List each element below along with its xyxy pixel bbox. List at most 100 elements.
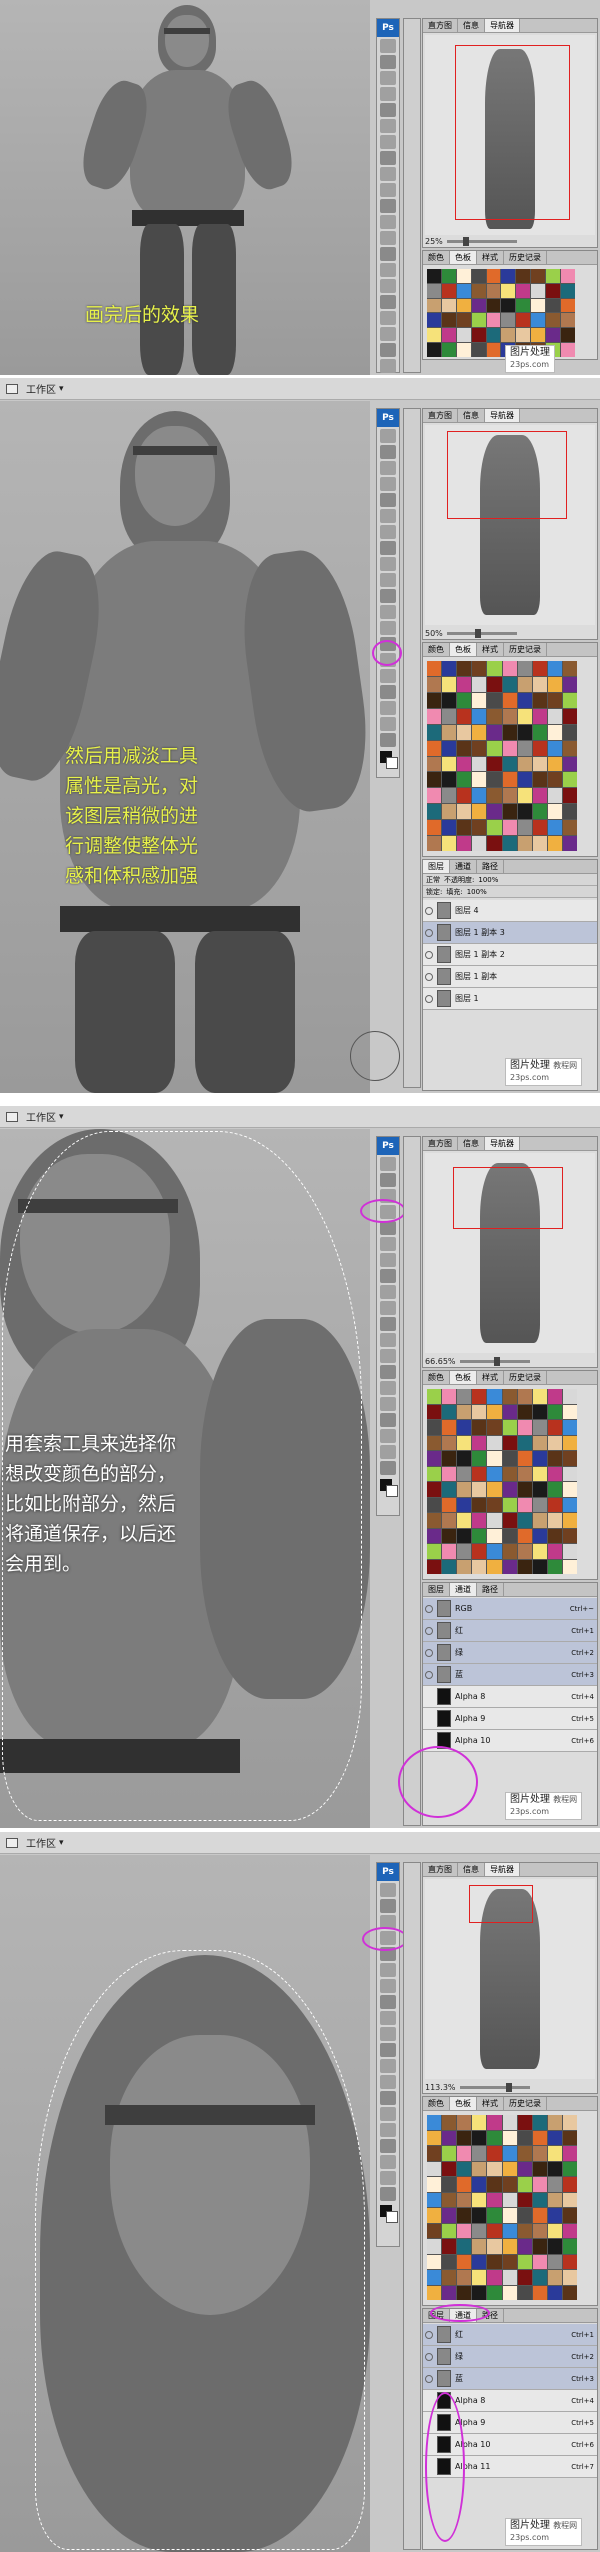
color-swatch[interactable] bbox=[442, 1389, 457, 1404]
eye-icon[interactable] bbox=[425, 1670, 433, 1679]
color-swatch[interactable] bbox=[442, 804, 457, 820]
color-swatch[interactable] bbox=[516, 313, 531, 328]
color-swatch[interactable] bbox=[562, 2239, 577, 2254]
color-swatch[interactable] bbox=[562, 2115, 577, 2130]
eye-icon[interactable] bbox=[425, 1626, 433, 1635]
color-swatch[interactable] bbox=[472, 2254, 487, 2269]
color-swatch[interactable] bbox=[427, 313, 441, 328]
color-swatch[interactable] bbox=[427, 1544, 442, 1559]
color-swatch[interactable] bbox=[427, 2177, 442, 2192]
color-swatch[interactable] bbox=[562, 2161, 577, 2176]
color-swatch[interactable] bbox=[517, 1466, 532, 1481]
color-swatch[interactable] bbox=[457, 1559, 472, 1574]
color-swatch[interactable] bbox=[457, 788, 472, 804]
color-swatch[interactable] bbox=[547, 836, 562, 851]
color-swatch[interactable] bbox=[487, 2254, 502, 2269]
color-swatch[interactable] bbox=[472, 2161, 487, 2176]
color-swatch[interactable] bbox=[532, 1528, 547, 1543]
color-swatch[interactable] bbox=[502, 661, 517, 676]
color-swatch[interactable] bbox=[472, 836, 487, 851]
navigator-tabs[interactable]: 直方图 信息 导航器 bbox=[423, 19, 597, 33]
color-swatch[interactable] bbox=[502, 2223, 517, 2238]
channel-row[interactable]: Alpha 8 Ctrl+4 bbox=[423, 1686, 597, 1708]
navigator-preview[interactable] bbox=[425, 35, 595, 235]
color-swatch[interactable] bbox=[531, 328, 546, 343]
eye-icon[interactable] bbox=[425, 2352, 433, 2361]
color-swatch[interactable] bbox=[472, 708, 487, 724]
color-swatch[interactable] bbox=[427, 740, 442, 756]
color-swatch[interactable] bbox=[472, 2285, 487, 2300]
color-swatch[interactable] bbox=[517, 2192, 532, 2207]
color-swatch[interactable] bbox=[457, 692, 472, 708]
workspace-menu[interactable]: 工作区 bbox=[26, 1109, 64, 1124]
color-swatch[interactable] bbox=[562, 836, 577, 851]
color-swatch[interactable] bbox=[517, 1482, 532, 1497]
color-swatch[interactable] bbox=[532, 1404, 547, 1419]
color-swatch[interactable] bbox=[471, 283, 486, 298]
color-swatch[interactable] bbox=[487, 804, 502, 820]
color-swatch[interactable] bbox=[427, 2161, 442, 2176]
background-color[interactable] bbox=[386, 2211, 398, 2223]
color-swatch[interactable] bbox=[457, 1466, 472, 1481]
color-swatch[interactable] bbox=[442, 2130, 457, 2145]
color-swatch[interactable] bbox=[502, 772, 517, 788]
color-swatch[interactable] bbox=[441, 298, 456, 313]
swatch-grid[interactable] bbox=[427, 661, 577, 851]
zoom-slider[interactable] bbox=[459, 2083, 530, 2092]
color-swatch[interactable] bbox=[517, 1404, 532, 1419]
color-swatch[interactable] bbox=[487, 1451, 502, 1466]
brush-tool-icon[interactable] bbox=[380, 151, 396, 165]
color-swatch[interactable] bbox=[517, 2254, 532, 2269]
color-swatch[interactable] bbox=[532, 708, 547, 724]
color-swatch[interactable] bbox=[562, 2177, 577, 2192]
color-swatch[interactable] bbox=[427, 269, 441, 283]
color-swatch[interactable] bbox=[517, 2161, 532, 2176]
background-color[interactable] bbox=[386, 757, 398, 769]
color-swatch[interactable] bbox=[457, 2239, 472, 2254]
eye-icon[interactable] bbox=[425, 928, 433, 937]
tab-navigator[interactable]: 导航器 bbox=[485, 409, 520, 422]
color-swatch[interactable] bbox=[502, 724, 517, 740]
navigator-tabs[interactable]: 直方图 信息 导航器 bbox=[423, 1137, 597, 1151]
color-swatch[interactable] bbox=[427, 1451, 442, 1466]
color-swatch[interactable] bbox=[517, 2270, 532, 2285]
color-swatch[interactable] bbox=[442, 820, 457, 836]
color-swatch[interactable] bbox=[472, 1513, 487, 1528]
color-swatch[interactable] bbox=[532, 1451, 547, 1466]
color-swatch[interactable] bbox=[501, 313, 516, 328]
navigator-view-box[interactable] bbox=[447, 431, 567, 519]
color-swatch[interactable] bbox=[457, 1404, 472, 1419]
color-swatch[interactable] bbox=[562, 1404, 577, 1419]
color-swatch[interactable] bbox=[502, 2130, 517, 2145]
move-tool-icon[interactable] bbox=[380, 39, 396, 53]
tab-history[interactable]: 历史记录 bbox=[504, 251, 547, 264]
navigator-preview[interactable] bbox=[425, 1879, 595, 2079]
color-swatch[interactable] bbox=[427, 1528, 442, 1543]
color-swatch[interactable] bbox=[532, 1389, 547, 1404]
color-swatch[interactable] bbox=[427, 2115, 442, 2130]
color-swatch[interactable] bbox=[487, 2239, 502, 2254]
eye-icon[interactable] bbox=[425, 2330, 433, 2339]
eye-icon[interactable] bbox=[425, 2374, 433, 2383]
color-swatch[interactable] bbox=[427, 804, 442, 820]
color-swatch[interactable] bbox=[532, 2115, 547, 2130]
color-swatch[interactable] bbox=[516, 298, 531, 313]
eye-icon[interactable] bbox=[425, 1648, 433, 1657]
color-swatch[interactable] bbox=[487, 2146, 502, 2161]
color-swatch[interactable] bbox=[427, 2254, 442, 2269]
color-swatch[interactable] bbox=[547, 1435, 562, 1450]
color-swatch[interactable] bbox=[547, 2254, 562, 2269]
color-swatch[interactable] bbox=[427, 756, 442, 772]
color-swatch[interactable] bbox=[532, 1420, 547, 1435]
color-swatch[interactable] bbox=[547, 1528, 562, 1543]
color-swatch[interactable] bbox=[472, 1466, 487, 1481]
color-swatch[interactable] bbox=[457, 2115, 472, 2130]
color-swatch[interactable] bbox=[442, 2239, 457, 2254]
color-swatch[interactable] bbox=[457, 756, 472, 772]
color-swatch[interactable] bbox=[427, 343, 441, 357]
eye-icon[interactable] bbox=[425, 906, 433, 915]
color-swatch[interactable] bbox=[502, 2239, 517, 2254]
navigator-preview[interactable] bbox=[425, 1153, 595, 1353]
color-swatch[interactable] bbox=[472, 2130, 487, 2145]
color-swatch[interactable] bbox=[457, 2192, 472, 2207]
